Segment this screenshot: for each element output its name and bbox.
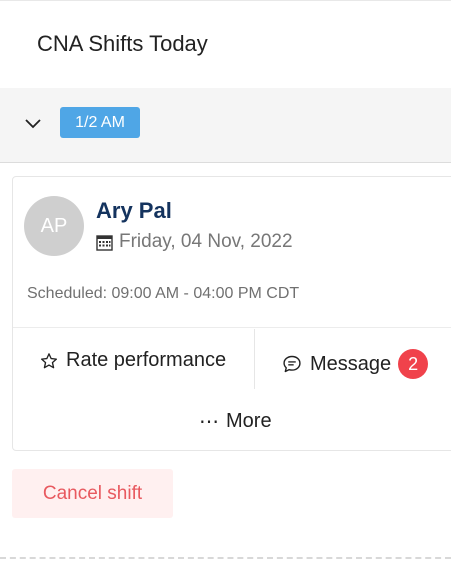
message-count-badge: 2 bbox=[398, 349, 429, 379]
more-button[interactable]: ⋯ More bbox=[199, 409, 272, 434]
section-dashed-divider bbox=[0, 557, 451, 559]
more-dots-icon: ⋯ bbox=[199, 411, 220, 433]
shift-date: Friday, 04 Nov, 2022 bbox=[96, 231, 293, 253]
message-button[interactable]: Message 2 bbox=[282, 349, 429, 379]
shift-card: AP Ary Pal Friday, 04 Nov, 2022 Schedule… bbox=[12, 176, 451, 451]
actions-vertical-divider bbox=[254, 329, 255, 389]
scheduled-time: Scheduled: 09:00 AM - 04:00 PM CDT bbox=[27, 285, 300, 302]
top-divider bbox=[0, 0, 451, 1]
shift-group-header[interactable]: 1/2 AM bbox=[0, 88, 451, 163]
chevron-down-icon[interactable] bbox=[24, 114, 42, 132]
rate-performance-label: Rate performance bbox=[66, 349, 227, 371]
page-title: CNA Shifts Today bbox=[37, 31, 208, 56]
star-icon bbox=[40, 352, 58, 368]
rate-performance-button[interactable]: Rate performance bbox=[40, 349, 226, 372]
worker-name[interactable]: Ary Pal bbox=[96, 198, 172, 224]
calendar-icon bbox=[96, 234, 113, 251]
avatar: AP bbox=[24, 196, 84, 256]
cancel-shift-button[interactable]: Cancel shift bbox=[12, 469, 173, 518]
message-label: Message bbox=[310, 352, 392, 375]
shift-group-badge: 1/2 AM bbox=[60, 107, 140, 138]
chat-bubble-icon bbox=[283, 355, 301, 373]
more-label: More bbox=[226, 410, 272, 432]
shift-date-text: Friday, 04 Nov, 2022 bbox=[119, 231, 293, 252]
